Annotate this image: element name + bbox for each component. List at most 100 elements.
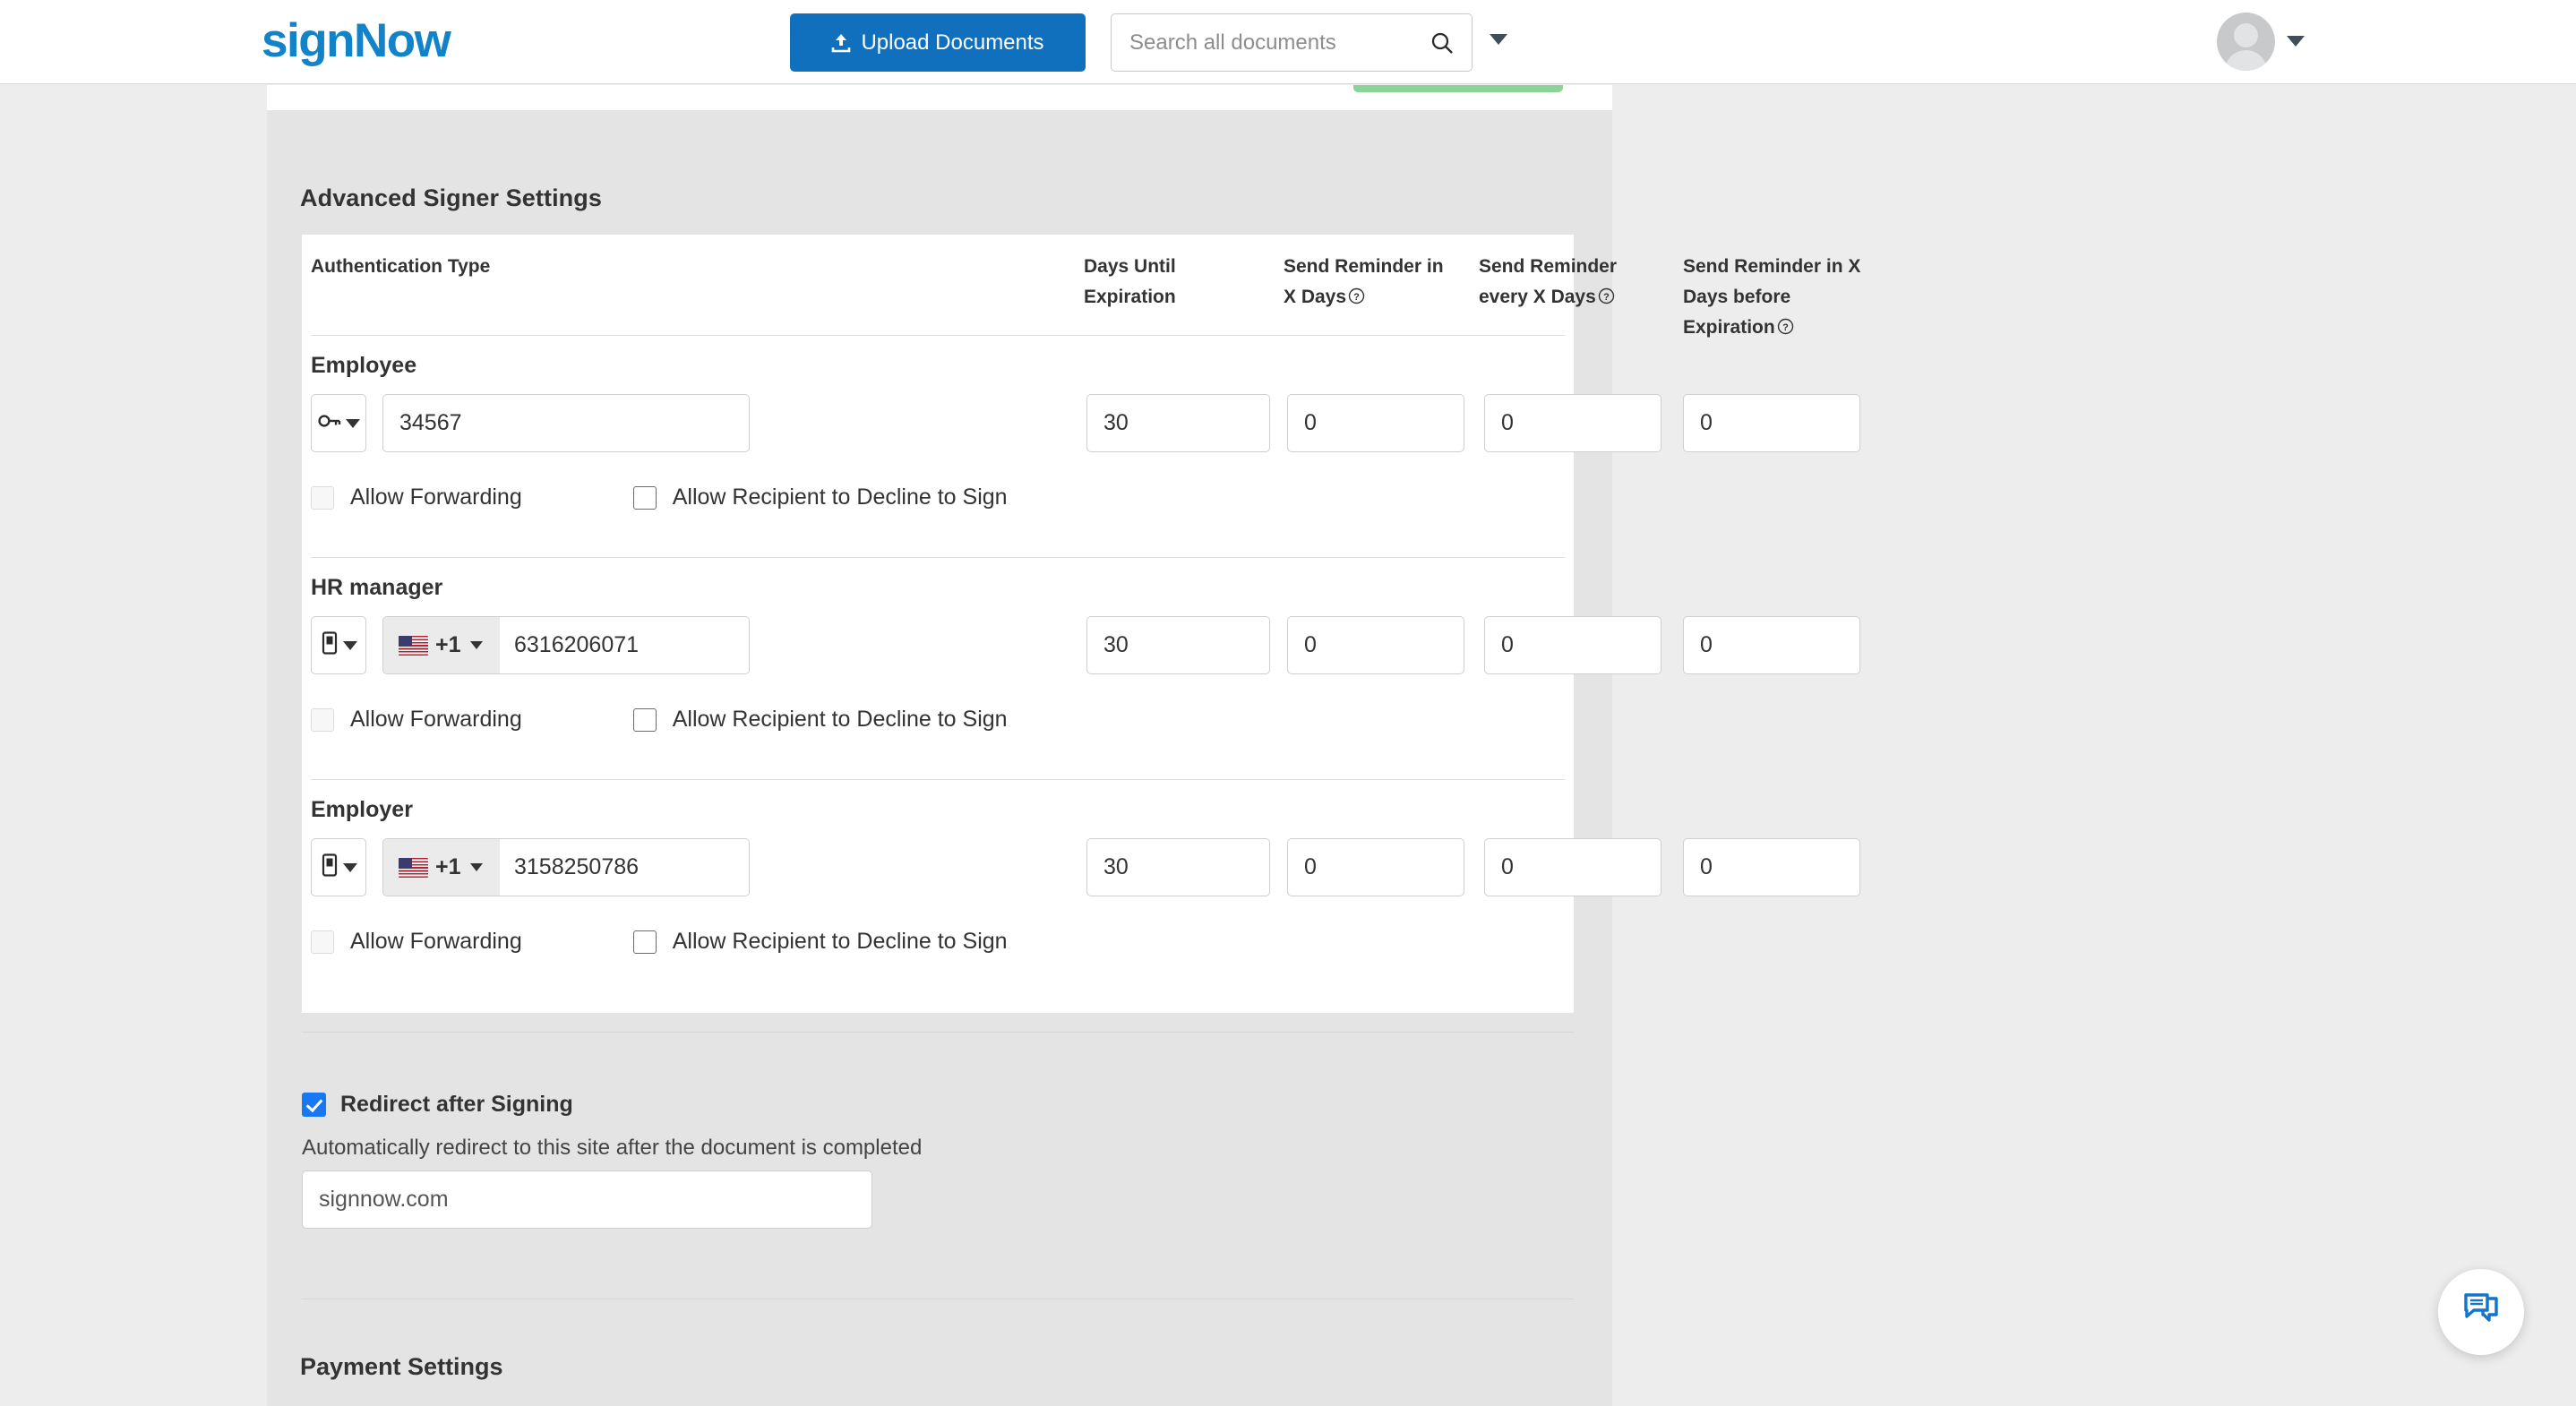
chat-bubble-icon xyxy=(2462,1291,2500,1333)
advanced-signer-settings-card: Authentication Type Days Until Expiratio… xyxy=(302,235,1860,1013)
us-flag-icon xyxy=(399,857,428,878)
checkbox-box[interactable] xyxy=(311,930,334,954)
phone-number-field[interactable]: +1 xyxy=(382,838,750,896)
redirect-url-input[interactable] xyxy=(302,1170,872,1229)
authentication-value-input[interactable] xyxy=(382,394,750,452)
search-box[interactable] xyxy=(1111,13,1473,72)
signer-checkbox-row: Allow Forwarding Allow Recipient to Decl… xyxy=(311,484,1008,510)
send-reminder-every-days-input[interactable] xyxy=(1484,394,1662,452)
checkbox-box[interactable] xyxy=(632,485,657,510)
signer-checkbox-row: Allow Forwarding Allow Recipient to Decl… xyxy=(311,929,1008,955)
upload-icon xyxy=(831,32,851,54)
redirect-description: Automatically redirect to this site afte… xyxy=(302,1136,923,1160)
column-header-authentication-type: Authentication Type xyxy=(311,256,491,277)
country-code-dropdown[interactable]: +1 xyxy=(383,617,500,673)
search-icon[interactable] xyxy=(1430,31,1472,55)
signer-row-employee: Employee 34567 30 0 0 0 Allow Forwarding… xyxy=(302,335,1860,557)
column-header-days-until-expiration: Days Until Expiration xyxy=(1084,256,1176,307)
checkbox-box[interactable] xyxy=(632,707,657,732)
send-reminder-before-expiration-input[interactable] xyxy=(1683,616,1860,674)
help-circle-icon[interactable]: ? xyxy=(1598,284,1615,314)
search-filter-chevron-down-icon[interactable] xyxy=(1490,34,1507,45)
account-menu-chevron-down-icon[interactable] xyxy=(2287,36,2305,47)
row-divider xyxy=(311,557,1565,558)
chevron-down-icon xyxy=(342,862,357,872)
us-flag-icon xyxy=(399,635,428,656)
redirect-after-signing-checkbox[interactable]: Redirect after Signing xyxy=(302,1092,573,1118)
signnow-logo[interactable]: signNow xyxy=(262,14,451,68)
allow-forwarding-label: Allow Forwarding xyxy=(350,929,522,954)
checkbox-box[interactable] xyxy=(632,930,657,954)
allow-decline-checkbox[interactable]: Allow Recipient to Decline to Sign xyxy=(632,707,1008,733)
mobile-phone-icon xyxy=(321,631,339,659)
avatar-body-icon xyxy=(2225,50,2267,71)
phone-number-input[interactable] xyxy=(500,839,749,896)
help-circle-icon[interactable]: ? xyxy=(1777,314,1794,345)
column-header-send-reminder-every-x-days-label: Send Reminder every X Days xyxy=(1479,256,1618,307)
allow-forwarding-checkbox[interactable]: Allow Forwarding xyxy=(311,929,522,955)
signer-checkbox-row: Allow Forwarding Allow Recipient to Decl… xyxy=(311,707,1008,733)
key-icon xyxy=(317,413,341,433)
country-code-label: +1 xyxy=(435,632,461,657)
mobile-phone-icon xyxy=(321,853,339,881)
row-divider xyxy=(311,779,1565,780)
allow-decline-label: Allow Recipient to Decline to Sign xyxy=(672,484,1008,510)
avatar-head-icon xyxy=(2234,23,2258,47)
payment-settings-title: Payment Settings xyxy=(300,1353,503,1380)
chevron-down-icon xyxy=(469,863,483,871)
upload-documents-button[interactable]: Upload Documents xyxy=(790,13,1086,72)
chevron-down-icon xyxy=(345,418,360,428)
allow-decline-label: Allow Recipient to Decline to Sign xyxy=(672,707,1008,732)
chevron-down-icon xyxy=(342,640,357,650)
send-reminder-in-days-input[interactable] xyxy=(1287,838,1464,896)
authentication-type-dropdown[interactable] xyxy=(311,394,366,452)
country-code-label: +1 xyxy=(435,854,461,879)
authentication-type-dropdown[interactable] xyxy=(311,838,366,896)
send-reminder-before-expiration-input[interactable] xyxy=(1683,838,1860,896)
column-header-send-reminder-every-x-days: Send Reminder every X Days ? xyxy=(1479,252,1654,314)
chat-support-button[interactable] xyxy=(2438,1269,2524,1355)
phone-number-field[interactable]: +1 xyxy=(382,616,750,674)
checkbox-box[interactable] xyxy=(311,707,334,732)
column-header-send-reminder-before-expiration: Send Reminder in X Days before Expiratio… xyxy=(1683,252,1862,345)
authentication-type-dropdown[interactable] xyxy=(311,616,366,674)
column-header-send-reminder-before-expiration-label: Send Reminder in X Days before Expiratio… xyxy=(1683,256,1861,338)
allow-forwarding-label: Allow Forwarding xyxy=(350,484,522,510)
top-navigation-bar: signNow Upload Documents xyxy=(0,0,2576,84)
signer-name-label: Employee xyxy=(311,353,417,378)
upload-documents-label: Upload Documents xyxy=(861,30,1044,55)
country-code-dropdown[interactable]: +1 xyxy=(383,839,500,896)
svg-text:?: ? xyxy=(1603,292,1610,303)
column-header-send-reminder-in-x-days: Send Reminder in X Days ? xyxy=(1284,252,1458,314)
days-until-expiration-input[interactable] xyxy=(1086,616,1270,674)
send-reminder-in-days-input[interactable] xyxy=(1287,616,1464,674)
signer-row-hr-manager: HR manager +1 6316206071 30 0 0 0 Allow … xyxy=(302,557,1860,779)
checkbox-box[interactable] xyxy=(311,485,334,510)
signer-name-label: HR manager xyxy=(311,575,443,600)
allow-decline-checkbox[interactable]: Allow Recipient to Decline to Sign xyxy=(632,929,1008,955)
user-avatar[interactable] xyxy=(2217,13,2275,71)
advanced-signer-settings-title: Advanced Signer Settings xyxy=(300,184,602,211)
row-divider xyxy=(311,335,1565,336)
send-reminder-before-expiration-input[interactable] xyxy=(1683,394,1860,452)
svg-text:?: ? xyxy=(1782,322,1789,333)
search-input[interactable] xyxy=(1112,14,1430,71)
days-until-expiration-input[interactable] xyxy=(1086,838,1270,896)
svg-text:?: ? xyxy=(1353,292,1360,303)
allow-decline-checkbox[interactable]: Allow Recipient to Decline to Sign xyxy=(632,484,1008,510)
allow-forwarding-checkbox[interactable]: Allow Forwarding xyxy=(311,707,522,733)
send-reminder-in-days-input[interactable] xyxy=(1287,394,1464,452)
cut-off-green-button[interactable] xyxy=(1353,85,1563,92)
allow-forwarding-checkbox[interactable]: Allow Forwarding xyxy=(311,484,522,510)
help-circle-icon[interactable]: ? xyxy=(1348,284,1365,314)
redirect-after-signing-label: Redirect after Signing xyxy=(340,1092,573,1117)
checkbox-checked-icon[interactable] xyxy=(302,1093,326,1117)
days-until-expiration-input[interactable] xyxy=(1086,394,1270,452)
allow-decline-label: Allow Recipient to Decline to Sign xyxy=(672,929,1008,954)
send-reminder-every-days-input[interactable] xyxy=(1484,616,1662,674)
phone-number-input[interactable] xyxy=(500,617,749,673)
send-reminder-every-days-input[interactable] xyxy=(1484,838,1662,896)
signer-name-label: Employer xyxy=(311,797,413,822)
table-header-row: Authentication Type Days Until Expiratio… xyxy=(302,235,1860,338)
signer-row-employer: Employer +1 3158250786 30 0 0 0 Allow Fo… xyxy=(302,779,1860,1001)
